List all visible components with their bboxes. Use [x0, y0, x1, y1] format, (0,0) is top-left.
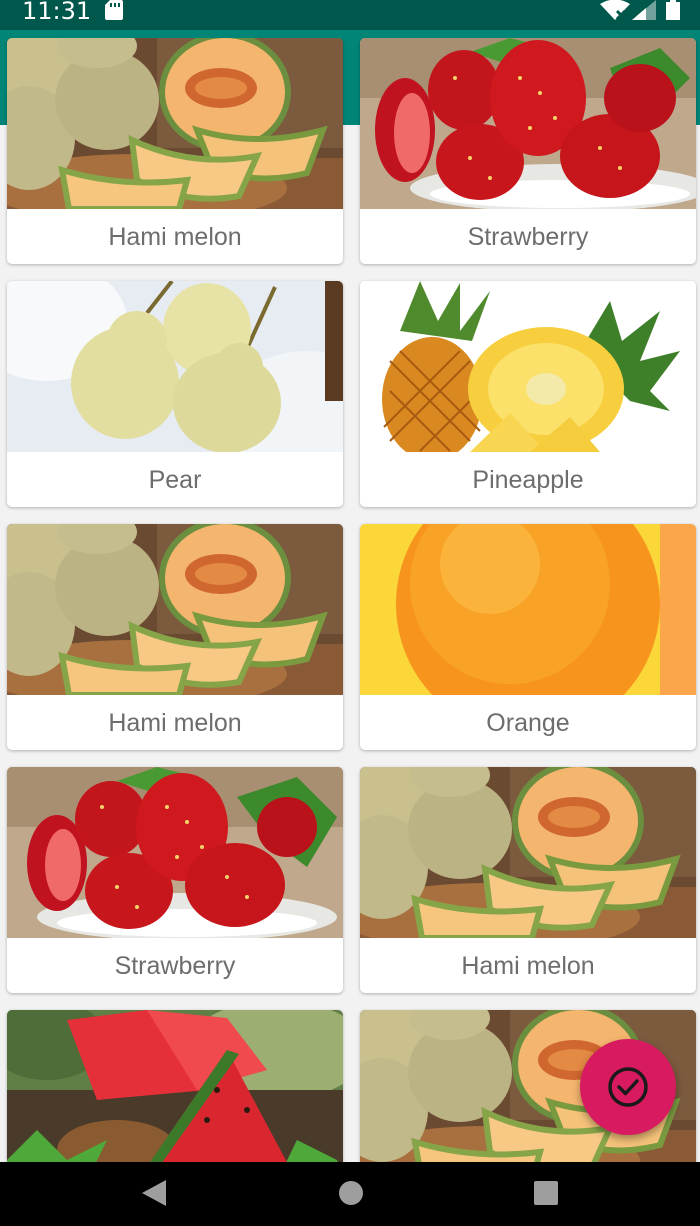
fruit-card[interactable]: Hami melon — [7, 524, 343, 750]
fruit-card[interactable]: Pear — [7, 281, 343, 507]
navigation-bar — [0, 1162, 700, 1226]
strawberry-image — [7, 767, 343, 938]
battery-icon — [666, 0, 680, 20]
done-fab-button[interactable] — [580, 1039, 676, 1135]
back-icon[interactable] — [140, 1178, 168, 1208]
fruit-label: Strawberry — [467, 223, 589, 251]
fruit-card[interactable]: Orange — [360, 524, 696, 750]
check-circle-icon — [608, 1067, 648, 1107]
sd-card-icon — [105, 0, 123, 20]
fruit-label: Strawberry — [114, 952, 236, 980]
signal-icon — [632, 0, 656, 20]
fruit-grid[interactable]: Hami melon Strawberry Pear Pineapple Ham… — [0, 38, 700, 1162]
hami-melon-image — [7, 524, 343, 695]
watermelon-image — [7, 1010, 343, 1162]
recents-icon[interactable] — [534, 1181, 558, 1205]
wifi-off-icon — [600, 0, 630, 20]
pear-image — [7, 281, 343, 452]
fruit-card[interactable]: Pineapple — [360, 281, 696, 507]
fruit-label: Pear — [148, 466, 202, 494]
fruit-label: Hami melon — [108, 223, 242, 251]
hami-melon-image — [360, 767, 696, 938]
fruit-card[interactable]: Strawberry — [360, 38, 696, 264]
strawberry-image — [360, 38, 696, 209]
pineapple-image — [360, 281, 696, 452]
home-icon[interactable] — [338, 1180, 364, 1206]
fruit-card[interactable]: Hami melon — [7, 38, 343, 264]
fruit-label: Hami melon — [108, 709, 242, 737]
fruit-label: Orange — [486, 709, 570, 737]
orange-image — [360, 524, 696, 695]
status-bar: 11:31 — [0, 0, 700, 30]
fruit-card[interactable]: Strawberry — [7, 767, 343, 993]
hami-melon-image — [7, 38, 343, 209]
fruit-card[interactable]: Hami melon — [360, 767, 696, 993]
fruit-label: Pineapple — [472, 466, 584, 494]
fruit-card[interactable] — [7, 1010, 343, 1162]
status-time: 11:31 — [22, 0, 92, 25]
fruit-label: Hami melon — [461, 952, 595, 980]
